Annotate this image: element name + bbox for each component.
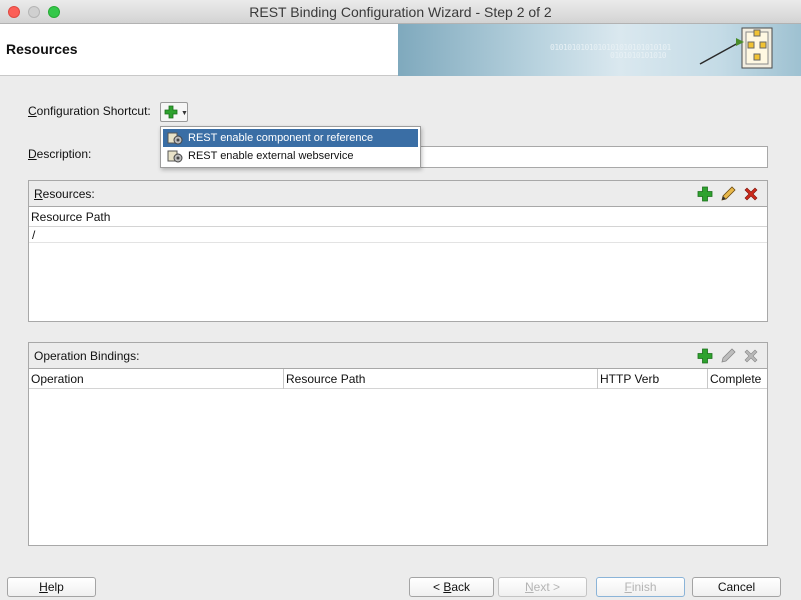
operation-bindings-table-header: Operation Resource Path HTTP Verb Comple… bbox=[29, 369, 767, 389]
delete-operation-icon[interactable] bbox=[742, 347, 760, 365]
menu-item-rest-enable-component[interactable]: REST enable component or reference bbox=[163, 129, 418, 147]
column-header-resource-path[interactable]: Resource Path bbox=[283, 369, 597, 389]
rest-wizard-icon bbox=[699, 27, 773, 69]
edit-operation-icon[interactable] bbox=[719, 347, 737, 365]
window-title: REST Binding Configuration Wizard - Step… bbox=[249, 4, 552, 20]
resources-table-header: Resource Path bbox=[29, 207, 767, 227]
next-button[interactable]: Next > bbox=[498, 577, 587, 597]
shortcut-popup-menu: REST enable component or reference REST … bbox=[160, 126, 421, 168]
wizard-header: Resources 0101010101010101010101010101 0… bbox=[0, 24, 801, 76]
cancel-button[interactable]: Cancel bbox=[692, 577, 781, 597]
configuration-shortcut-button[interactable]: ▼ bbox=[160, 102, 188, 122]
resources-panel: Resources: Resource Path / bbox=[28, 180, 768, 322]
page-title: Resources bbox=[6, 41, 78, 57]
back-button[interactable]: < Back bbox=[409, 577, 494, 597]
resources-table: Resource Path / bbox=[29, 207, 767, 321]
banner-binary-text: 0101010101010101010101010101 01010101010… bbox=[550, 43, 671, 60]
column-header-complete[interactable]: Complete bbox=[707, 369, 767, 389]
operation-bindings-title: Operation Bindings: bbox=[34, 349, 140, 363]
add-resource-icon[interactable] bbox=[696, 185, 714, 203]
operation-bindings-header: Operation Bindings: bbox=[29, 343, 767, 369]
operation-bindings-panel: Operation Bindings: Operation Resource P… bbox=[28, 342, 768, 546]
configuration-shortcut-label: Configuration Shortcut: bbox=[28, 104, 151, 118]
component-gear-icon bbox=[167, 132, 183, 145]
delete-resource-icon[interactable] bbox=[742, 185, 760, 203]
add-icon bbox=[164, 105, 178, 119]
add-operation-icon[interactable] bbox=[696, 347, 714, 365]
edit-resource-icon[interactable] bbox=[719, 185, 737, 203]
description-label: Description: bbox=[28, 147, 92, 161]
column-header-resource-path[interactable]: Resource Path bbox=[29, 207, 767, 227]
operation-bindings-table: Operation Resource Path HTTP Verb Comple… bbox=[29, 369, 767, 545]
chevron-down-icon: ▼ bbox=[181, 110, 188, 117]
header-banner: 0101010101010101010101010101 01010101010… bbox=[398, 24, 801, 76]
resources-panel-header: Resources: bbox=[29, 181, 767, 207]
resources-title: Resources: bbox=[34, 187, 95, 201]
finish-button[interactable]: Finish bbox=[596, 577, 685, 597]
column-header-operation[interactable]: Operation bbox=[29, 369, 283, 389]
help-button[interactable]: Help bbox=[7, 577, 96, 597]
window-titlebar: REST Binding Configuration Wizard - Step… bbox=[0, 0, 801, 24]
column-header-http-verb[interactable]: HTTP Verb bbox=[597, 369, 707, 389]
webservice-gear-icon bbox=[167, 150, 183, 163]
table-row[interactable]: / bbox=[29, 227, 767, 243]
menu-item-rest-enable-webservice[interactable]: REST enable external webservice bbox=[163, 147, 418, 165]
